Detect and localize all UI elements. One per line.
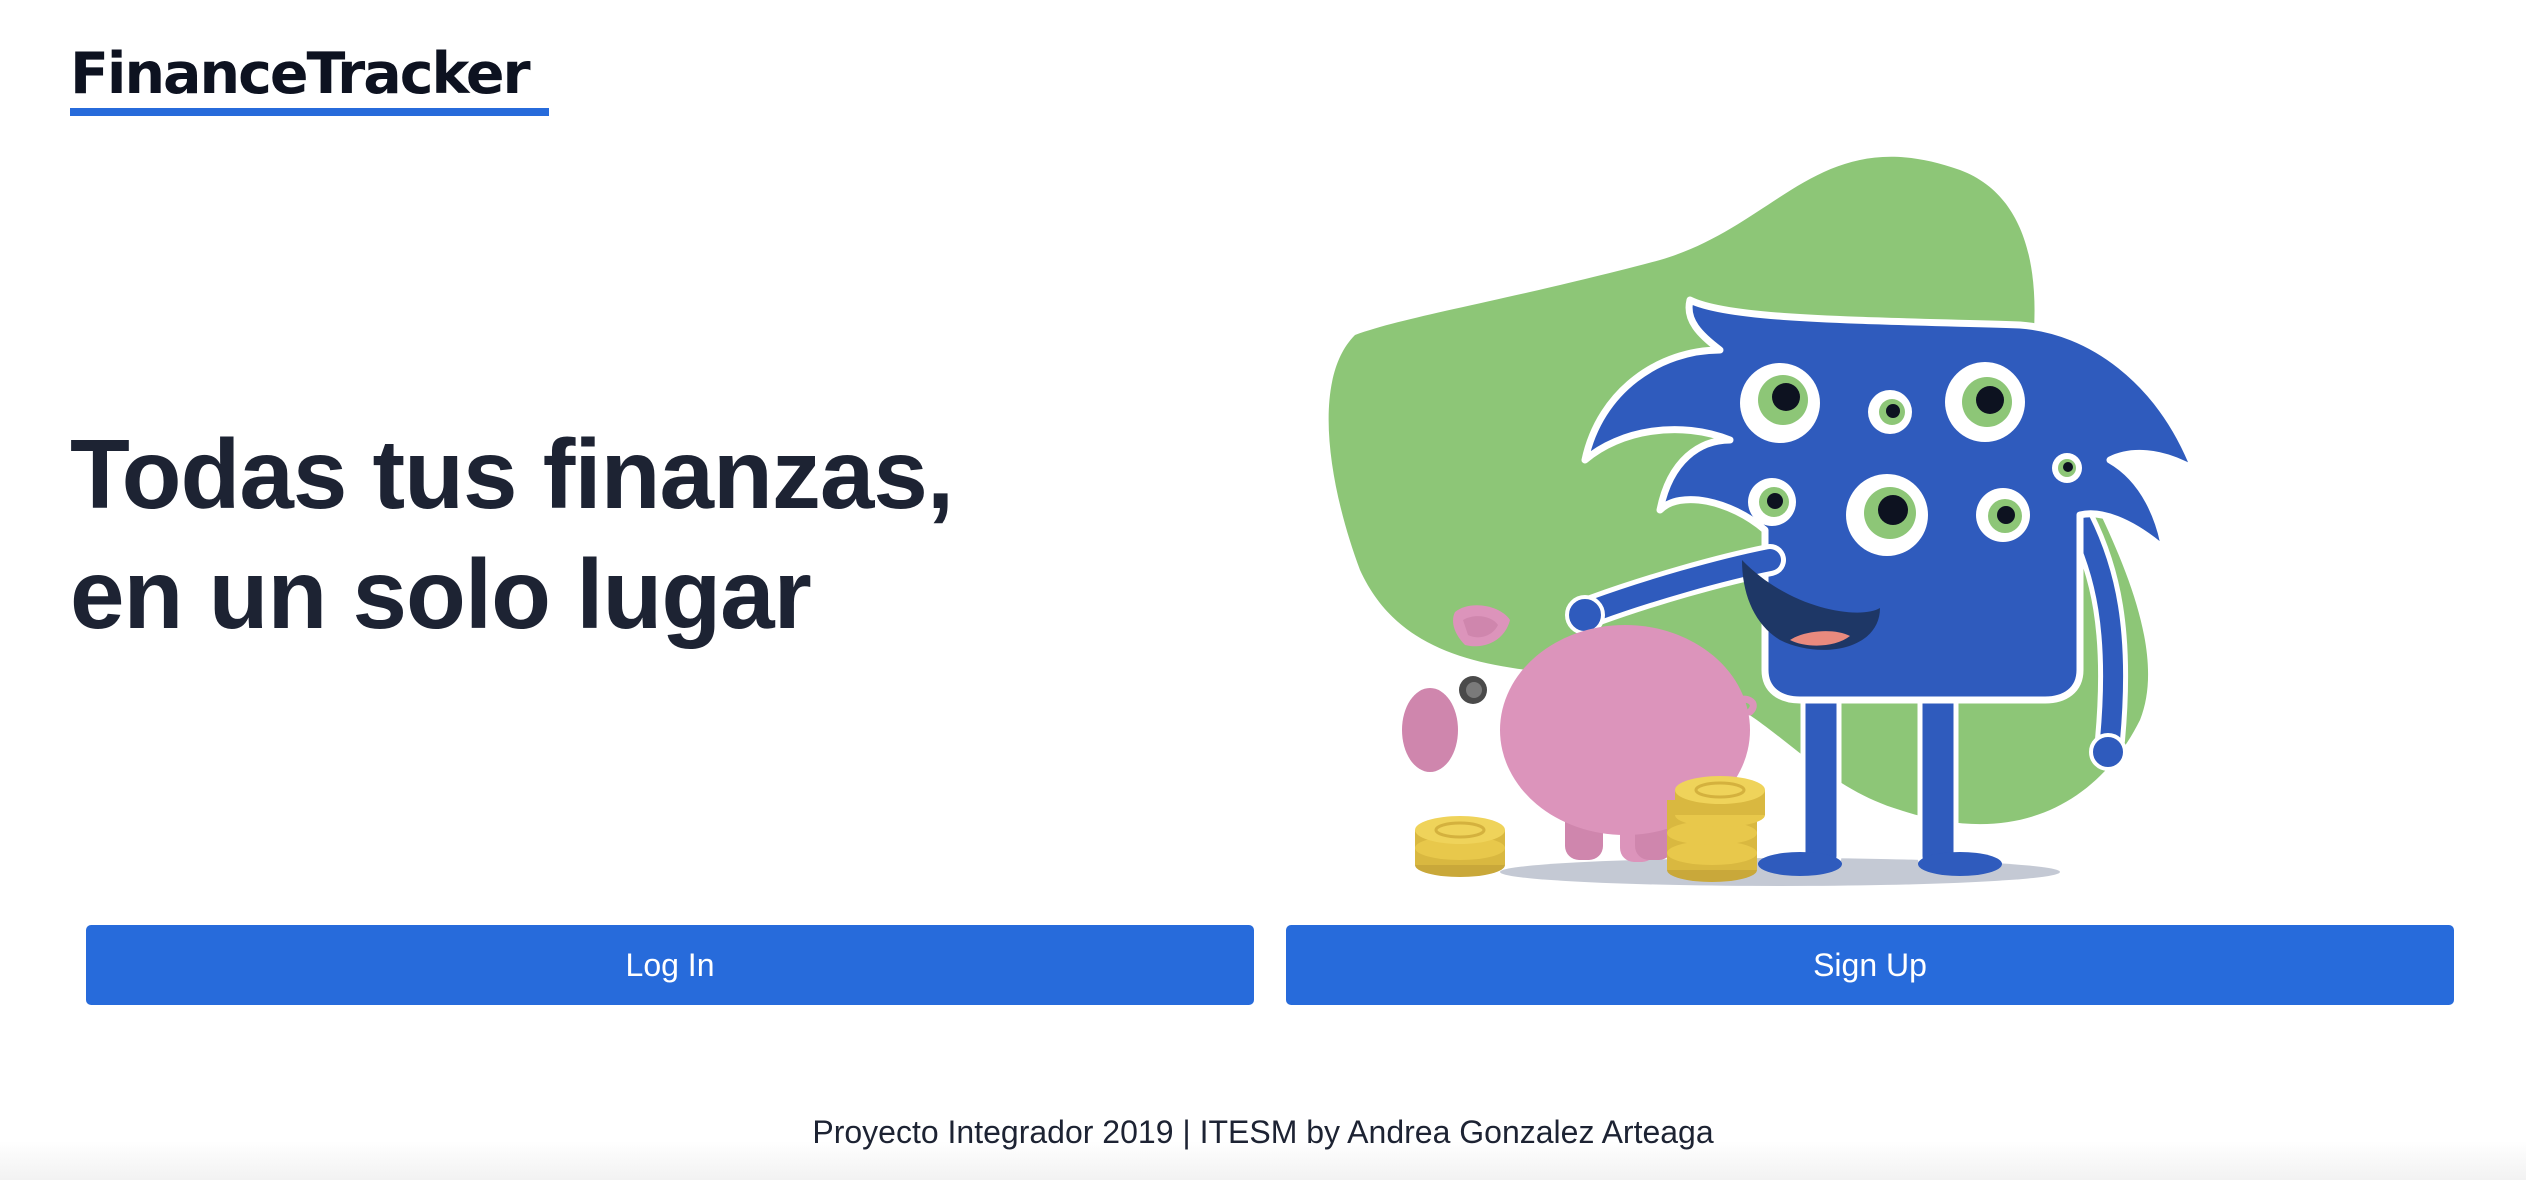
- page-footer: Proyecto Integrador 2019 | ITESM by Andr…: [0, 1082, 2526, 1180]
- hero-headline: Todas tus finanzas, en un solo lugar: [70, 414, 954, 654]
- landing-page: FinanceTracker Todas tus finanzas, en un…: [0, 0, 2526, 1180]
- app-logo[interactable]: FinanceTracker: [70, 40, 531, 108]
- hero-illustration: [1328, 156, 2199, 886]
- footer-credit: Proyecto Integrador 2019 | ITESM by Andr…: [812, 1114, 1714, 1150]
- signup-button[interactable]: Sign Up: [1286, 925, 2454, 1005]
- headline-line-2: en un solo lugar: [70, 539, 812, 649]
- headline-line-1: Todas tus finanzas,: [70, 419, 954, 529]
- coin-stack-icon-tall: [1667, 776, 1765, 882]
- login-button[interactable]: Log In: [86, 925, 1254, 1005]
- logo-underline: [70, 108, 549, 116]
- coin-stack-icon: [1415, 816, 1505, 877]
